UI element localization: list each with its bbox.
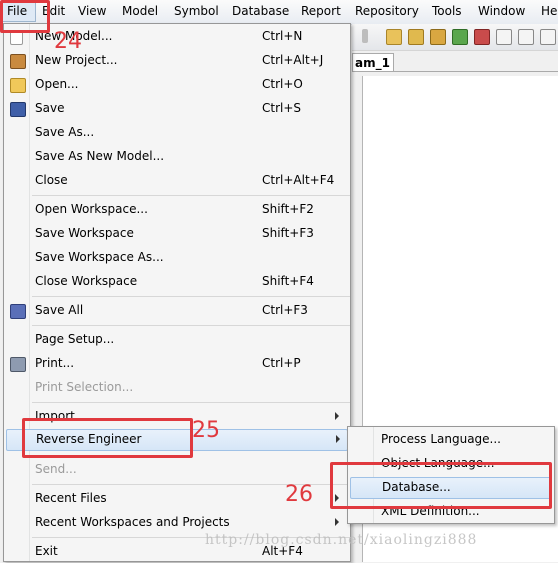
menu-item-save-workspace-as[interactable]: Save Workspace As... xyxy=(4,247,350,269)
menu-model[interactable]: Model xyxy=(122,4,158,18)
menu-repository[interactable]: Repository xyxy=(355,4,419,18)
menu-separator xyxy=(32,402,350,403)
menu-item-recent-workspaces[interactable]: Recent Workspaces and Projects xyxy=(4,512,350,534)
menu-help[interactable]: He xyxy=(541,4,557,18)
menu-item-close[interactable]: Close Ctrl+Alt+F4 xyxy=(4,170,350,192)
menu-item-save-workspace[interactable]: Save Workspace Shift+F3 xyxy=(4,223,350,245)
menu-separator xyxy=(32,195,350,196)
toolbar-grid-icon[interactable] xyxy=(540,29,556,45)
annotation-box-file xyxy=(0,0,50,33)
toolbar-search-icon[interactable] xyxy=(430,29,446,45)
menu-item-print[interactable]: Print... Ctrl+P xyxy=(4,353,350,375)
menu-item-open-workspace[interactable]: Open Workspace... Shift+F2 xyxy=(4,199,350,221)
menu-item-print-selection: Print Selection... xyxy=(35,380,134,394)
menu-item-close-workspace[interactable]: Close Workspace Shift+F4 xyxy=(4,271,350,293)
menu-view[interactable]: View xyxy=(78,4,106,18)
tab-underline xyxy=(352,71,558,72)
printer-icon xyxy=(10,357,26,372)
menu-symbol[interactable]: Symbol xyxy=(174,4,219,18)
annotation-number-25: 25 xyxy=(192,418,220,443)
toolbar-window-icon[interactable] xyxy=(496,29,512,45)
annotation-number-24: 24 xyxy=(54,29,82,54)
toolbar-refresh-icon[interactable] xyxy=(452,29,468,45)
menu-item-save-as[interactable]: Save As... xyxy=(4,122,350,144)
menu-item-save-as-new-model[interactable]: Save As New Model... xyxy=(4,146,350,168)
tab-diagram[interactable]: am_1 xyxy=(352,53,394,72)
menu-separator xyxy=(32,325,350,326)
annotation-box-database xyxy=(330,462,552,509)
submenu-item-process-language[interactable]: Process Language... xyxy=(348,429,554,451)
toolbar-layout-icon[interactable] xyxy=(518,29,534,45)
toolbar-open-icon[interactable] xyxy=(386,29,402,45)
watermark-text: http://blog.csdn.net/xiaolingzi888 xyxy=(205,532,478,548)
menu-item-send: Send... xyxy=(35,462,77,476)
menu-tools[interactable]: Tools xyxy=(432,4,462,18)
menu-item-save[interactable]: Save Ctrl+S xyxy=(4,98,350,120)
toolbar-check-icon[interactable] xyxy=(474,29,490,45)
toolbar-package-icon[interactable] xyxy=(408,29,424,45)
menu-item-open[interactable]: Open... Ctrl+O xyxy=(4,74,350,96)
open-folder-icon xyxy=(10,78,26,93)
menu-separator xyxy=(32,296,350,297)
toolbar-grip-icon xyxy=(362,29,368,43)
submenu-arrow-icon xyxy=(336,435,340,443)
submenu-arrow-icon xyxy=(335,412,339,420)
menu-database[interactable]: Database xyxy=(232,4,289,18)
submenu-arrow-icon xyxy=(335,518,339,526)
save-all-icon xyxy=(10,304,26,319)
annotation-number-26: 26 xyxy=(285,482,313,507)
menu-report[interactable]: Report xyxy=(301,4,341,18)
menu-bar: File Edit View Model Symbol Database Rep… xyxy=(0,0,558,25)
annotation-box-reverse-engineer xyxy=(22,418,193,458)
menu-item-page-setup[interactable]: Page Setup... xyxy=(4,329,350,351)
menu-window[interactable]: Window xyxy=(478,4,525,18)
save-disk-icon xyxy=(10,102,26,117)
toolbar xyxy=(352,24,558,51)
menu-item-save-all[interactable]: Save All Ctrl+F3 xyxy=(4,300,350,322)
new-project-icon xyxy=(10,54,26,69)
